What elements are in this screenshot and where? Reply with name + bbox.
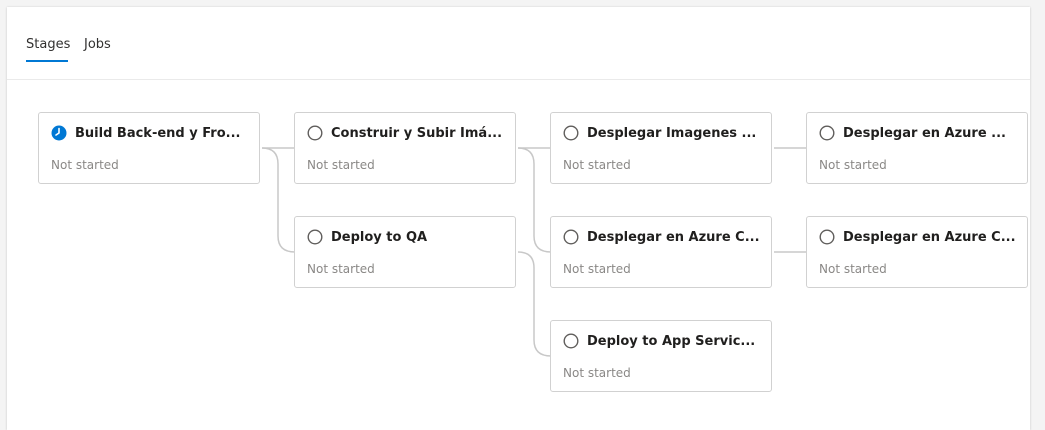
- active-tab-indicator: [26, 60, 68, 62]
- stage-title: Deploy to QA: [331, 230, 428, 245]
- tab-jobs[interactable]: Jobs: [84, 37, 111, 53]
- stage-title: Build Back-end y Fro...: [75, 126, 241, 141]
- stage-status: Not started: [51, 158, 119, 172]
- circle-icon: [819, 125, 835, 141]
- stage-card-construir[interactable]: Construir y Subir Imá... Not started: [294, 112, 516, 184]
- stage-status: Not started: [563, 366, 631, 380]
- stage-card-desplegar-azure-c-2[interactable]: Desplegar en Azure C... Not started: [806, 216, 1028, 288]
- stage-status: Not started: [819, 262, 887, 276]
- circle-icon: [563, 333, 579, 349]
- stage-card-desplegar-imagenes[interactable]: Desplegar Imagenes ... Not started: [550, 112, 772, 184]
- stage-card-deploy-app-service[interactable]: Deploy to App Servic... Not started: [550, 320, 772, 392]
- stage-status: Not started: [307, 262, 375, 276]
- stage-status: Not started: [563, 158, 631, 172]
- circle-icon: [563, 229, 579, 245]
- tab-bar: Stages Jobs: [7, 7, 1030, 80]
- stage-title: Desplegar en Azure C...: [843, 230, 1016, 245]
- stage-title: Deploy to App Servic...: [587, 334, 756, 349]
- stage-card-build[interactable]: Build Back-end y Fro... Not started: [38, 112, 260, 184]
- stage-title: Construir y Subir Imá...: [331, 126, 503, 141]
- tab-stages[interactable]: Stages: [26, 37, 70, 53]
- circle-icon: [307, 229, 323, 245]
- stage-title: Desplegar Imagenes ...: [587, 126, 757, 141]
- stage-status: Not started: [563, 262, 631, 276]
- circle-icon: [307, 125, 323, 141]
- stage-card-desplegar-azure-c-1[interactable]: Desplegar en Azure C... Not started: [550, 216, 772, 288]
- circle-icon: [819, 229, 835, 245]
- stage-title: Desplegar en Azure C...: [587, 230, 760, 245]
- stage-card-desplegar-azure[interactable]: Desplegar en Azure ... Not started: [806, 112, 1028, 184]
- clock-icon: [51, 125, 67, 141]
- stage-status: Not started: [819, 158, 887, 172]
- circle-icon: [563, 125, 579, 141]
- stage-status: Not started: [307, 158, 375, 172]
- stage-title: Desplegar en Azure ...: [843, 126, 1006, 141]
- stage-card-deploy-qa[interactable]: Deploy to QA Not started: [294, 216, 516, 288]
